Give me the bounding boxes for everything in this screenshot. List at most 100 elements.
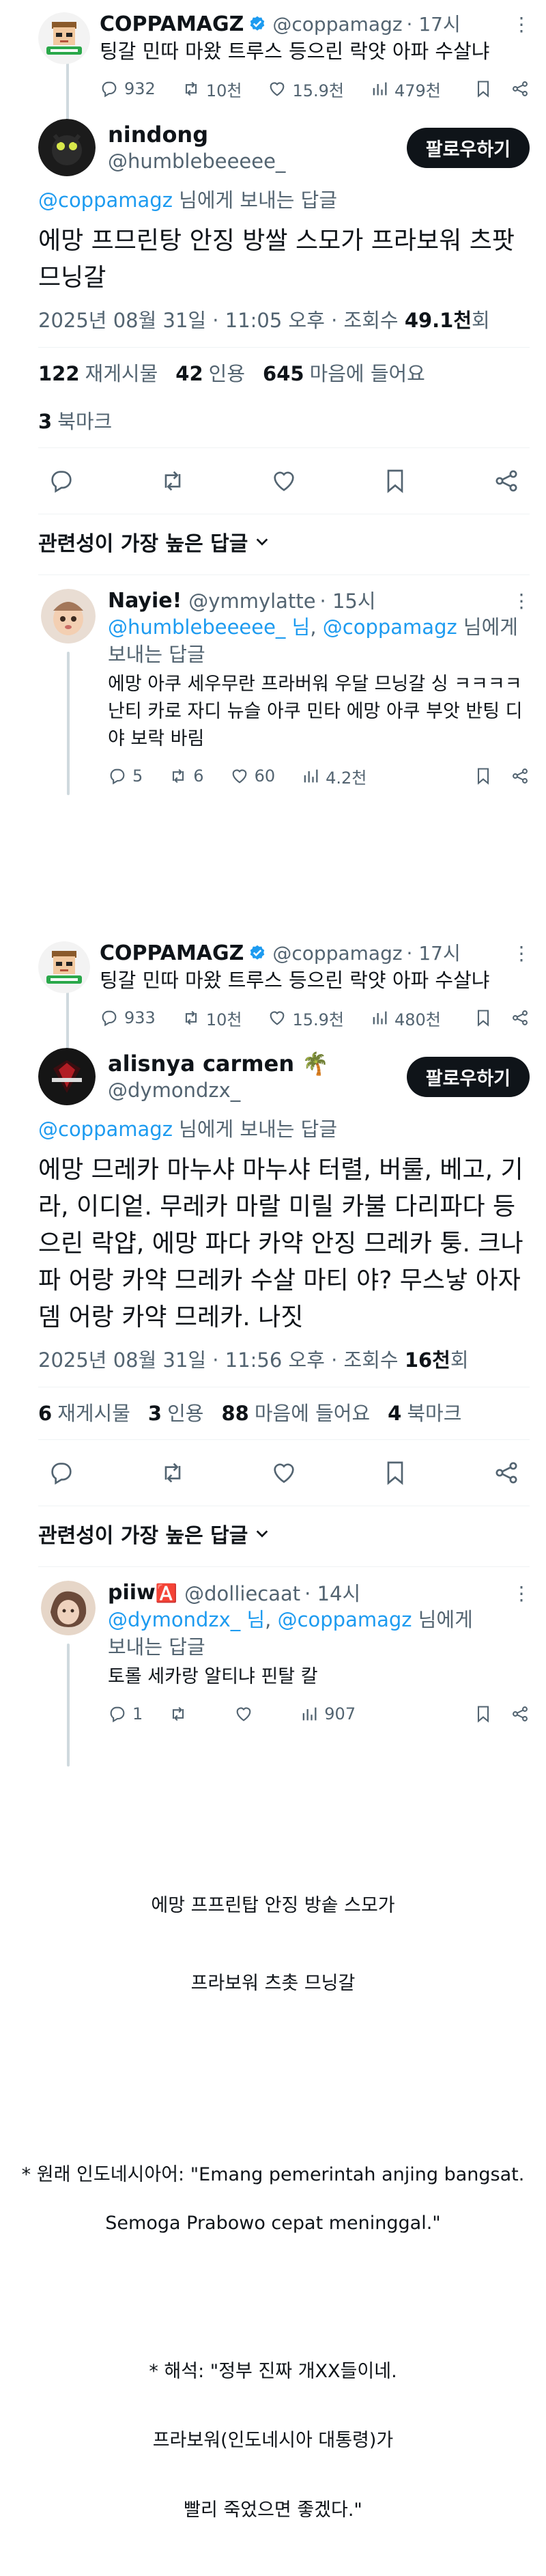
- repost-icon[interactable]: [159, 467, 186, 495]
- share-icon[interactable]: [511, 1008, 530, 1027]
- mention-link[interactable]: @coppamagz: [38, 189, 173, 212]
- author-name[interactable]: Nayie!: [108, 589, 182, 613]
- post-time[interactable]: · 17시: [407, 12, 461, 37]
- stat-bookmarks[interactable]: 4 북마크: [388, 1400, 461, 1427]
- bookmark-icon[interactable]: [474, 766, 493, 786]
- author-handle[interactable]: @coppamagz: [272, 12, 402, 37]
- share-icon[interactable]: [493, 1459, 520, 1486]
- mention-link[interactable]: @dymondzx_ 님: [108, 1608, 265, 1631]
- author-handle[interactable]: @dymondzx_: [108, 1077, 407, 1103]
- post-time[interactable]: · 17시: [407, 941, 461, 966]
- stat-reposts[interactable]: 6 재게시물: [38, 1400, 130, 1427]
- views-button[interactable]: 479천: [370, 77, 441, 101]
- bookmark-icon[interactable]: [474, 79, 493, 98]
- like-button[interactable]: [234, 1704, 259, 1723]
- repost-icon: [173, 768, 184, 784]
- more-options-icon[interactable]: ⋮: [512, 12, 531, 37]
- share-icon[interactable]: [511, 766, 530, 786]
- more-options-icon[interactable]: ⋮: [512, 589, 531, 613]
- like-button[interactable]: 15.9천: [268, 77, 344, 101]
- stat-quotes[interactable]: 42 인용: [175, 360, 245, 387]
- author-handle[interactable]: @coppamagz: [272, 941, 402, 966]
- share-icon[interactable]: [511, 79, 530, 98]
- reply-button[interactable]: 5: [108, 766, 143, 786]
- reply-button[interactable]: 1: [108, 1704, 143, 1723]
- repost-button[interactable]: 6: [169, 766, 204, 786]
- repost-icon: [185, 81, 197, 96]
- author-name[interactable]: alisnya carmen 🌴: [108, 1050, 407, 1077]
- heart-icon[interactable]: [270, 1459, 298, 1486]
- stat-likes[interactable]: 645 마음에 들어요: [263, 360, 425, 387]
- reply-sort-dropdown[interactable]: 관련성이 가장 높은 답글: [38, 527, 530, 557]
- repost-count: 6: [193, 766, 204, 786]
- replying-to: @humblebeeeee_ 님, @coppamagz 님에게: [108, 613, 530, 641]
- post-time[interactable]: · 15시: [320, 589, 376, 613]
- reply-button[interactable]: 932: [100, 79, 156, 98]
- piiw-avatar[interactable]: [41, 1581, 96, 1635]
- author-handle[interactable]: @humblebeeeee_: [108, 148, 407, 174]
- engagement-stats: 122 재게시물 42 인용 645 마음에 들어요 3 북마크: [38, 360, 530, 435]
- post-time[interactable]: · 14시: [304, 1581, 360, 1606]
- note-translation: 프라보워(인도네시아 대통령)가: [152, 2430, 394, 2451]
- reply-count: 5: [132, 766, 143, 786]
- views-button[interactable]: 4.2천: [301, 764, 367, 788]
- reply-icon[interactable]: [48, 467, 75, 495]
- parent-tweet-2[interactable]: COPPAMAGZ @coppamagz · 17시 ⋮ 팅갈 민따 마왔 트루…: [0, 929, 546, 1094]
- more-options-icon[interactable]: ⋮: [512, 1581, 531, 1606]
- nindong-avatar[interactable]: [38, 119, 96, 176]
- repost-button[interactable]: [169, 1704, 193, 1723]
- divider: [38, 1566, 530, 1567]
- author-name[interactable]: nindong: [108, 121, 407, 148]
- reply-tweet-1[interactable]: Nayie! @ymmylatte · 15시 ⋮ @humblebeeeee_…: [38, 589, 531, 795]
- repost-icon[interactable]: [159, 1459, 186, 1486]
- author-handle[interactable]: @ymmylatte: [188, 589, 315, 613]
- reply-sort-dropdown[interactable]: 관련성이 가장 높은 답글: [38, 1519, 530, 1549]
- share-icon[interactable]: [511, 1704, 530, 1723]
- stat-bookmarks[interactable]: 3 북마크: [38, 408, 530, 435]
- main-tweet-2[interactable]: alisnya carmen 🌴 @dymondzx_ 팔로우하기 @coppa…: [0, 1048, 546, 1767]
- share-icon[interactable]: [493, 467, 520, 495]
- more-options-icon[interactable]: ⋮: [512, 941, 531, 966]
- nayie-avatar[interactable]: [41, 589, 96, 643]
- coppamagz-avatar[interactable]: [38, 941, 90, 993]
- author-handle[interactable]: @dolliecaat: [184, 1581, 300, 1606]
- mention-link[interactable]: @coppamagz: [323, 615, 457, 639]
- repost-button[interactable]: 10천: [182, 1006, 242, 1030]
- tweet-text: 에망 므레카 마누샤 마누샤 터렬, 버룰, 베고, 기라, 이디엍. 무레카 …: [38, 1156, 523, 1331]
- follow-button[interactable]: 팔로우하기: [406, 1056, 530, 1097]
- tweet-text: 팅갈 민따 마왔 트루스 등으린 락얏 아파 수살냐: [100, 40, 490, 63]
- stat-reposts[interactable]: 122 재게시물: [38, 360, 158, 387]
- thread-1: COPPAMAGZ @coppamagz · 17시 ⋮ 팅갈 민따 마왔 트루…: [0, 0, 546, 795]
- reply-button[interactable]: 933: [100, 1008, 156, 1027]
- heart-icon: [270, 82, 285, 96]
- bookmark-icon[interactable]: [474, 1008, 493, 1027]
- follow-button[interactable]: 팔로우하기: [406, 127, 530, 168]
- author-name[interactable]: COPPAMAGZ: [100, 941, 244, 966]
- views-button[interactable]: 480천: [370, 1006, 441, 1030]
- reply-icon[interactable]: [48, 1459, 75, 1486]
- parent-tweet-1[interactable]: COPPAMAGZ @coppamagz · 17시 ⋮ 팅갈 민따 마왔 트루…: [0, 0, 546, 165]
- author-name[interactable]: COPPAMAGZ: [100, 12, 244, 37]
- views-chart-icon: [304, 769, 318, 783]
- heart-icon[interactable]: [270, 467, 298, 495]
- coppamagz-avatar[interactable]: [38, 12, 90, 64]
- bookmark-icon[interactable]: [474, 1704, 493, 1723]
- author-name[interactable]: piiw🅰️: [108, 1581, 177, 1606]
- mention-link[interactable]: @humblebeeeee_ 님: [108, 615, 310, 639]
- timestamp[interactable]: 2025년 08월 31일 · 11:56 오후 · 조회수: [38, 1348, 405, 1372]
- bookmark-icon[interactable]: [382, 467, 409, 495]
- like-button[interactable]: 60: [230, 766, 275, 786]
- alisnya-avatar[interactable]: [38, 1048, 96, 1105]
- timestamp[interactable]: 2025년 08월 31일 · 11:05 오후 · 조회수: [38, 309, 405, 332]
- like-button[interactable]: 15.9천: [268, 1006, 344, 1030]
- mention-link[interactable]: @coppamagz: [38, 1118, 173, 1141]
- repost-button[interactable]: 10천: [182, 77, 242, 101]
- views-button[interactable]: 907: [300, 1704, 356, 1723]
- stat-likes[interactable]: 88 마음에 들어요: [221, 1400, 370, 1427]
- reply-tweet-2[interactable]: piiw🅰️ @dolliecaat · 14시 ⋮ @dymondzx_ 님,…: [38, 1581, 531, 1767]
- view-count: 907: [324, 1704, 356, 1723]
- main-tweet-1[interactable]: nindong @humblebeeeee_ 팔로우하기 @coppamagz …: [0, 119, 546, 795]
- stat-quotes[interactable]: 3 인용: [148, 1400, 204, 1427]
- mention-link[interactable]: @coppamagz: [278, 1608, 412, 1631]
- bookmark-icon[interactable]: [382, 1459, 409, 1486]
